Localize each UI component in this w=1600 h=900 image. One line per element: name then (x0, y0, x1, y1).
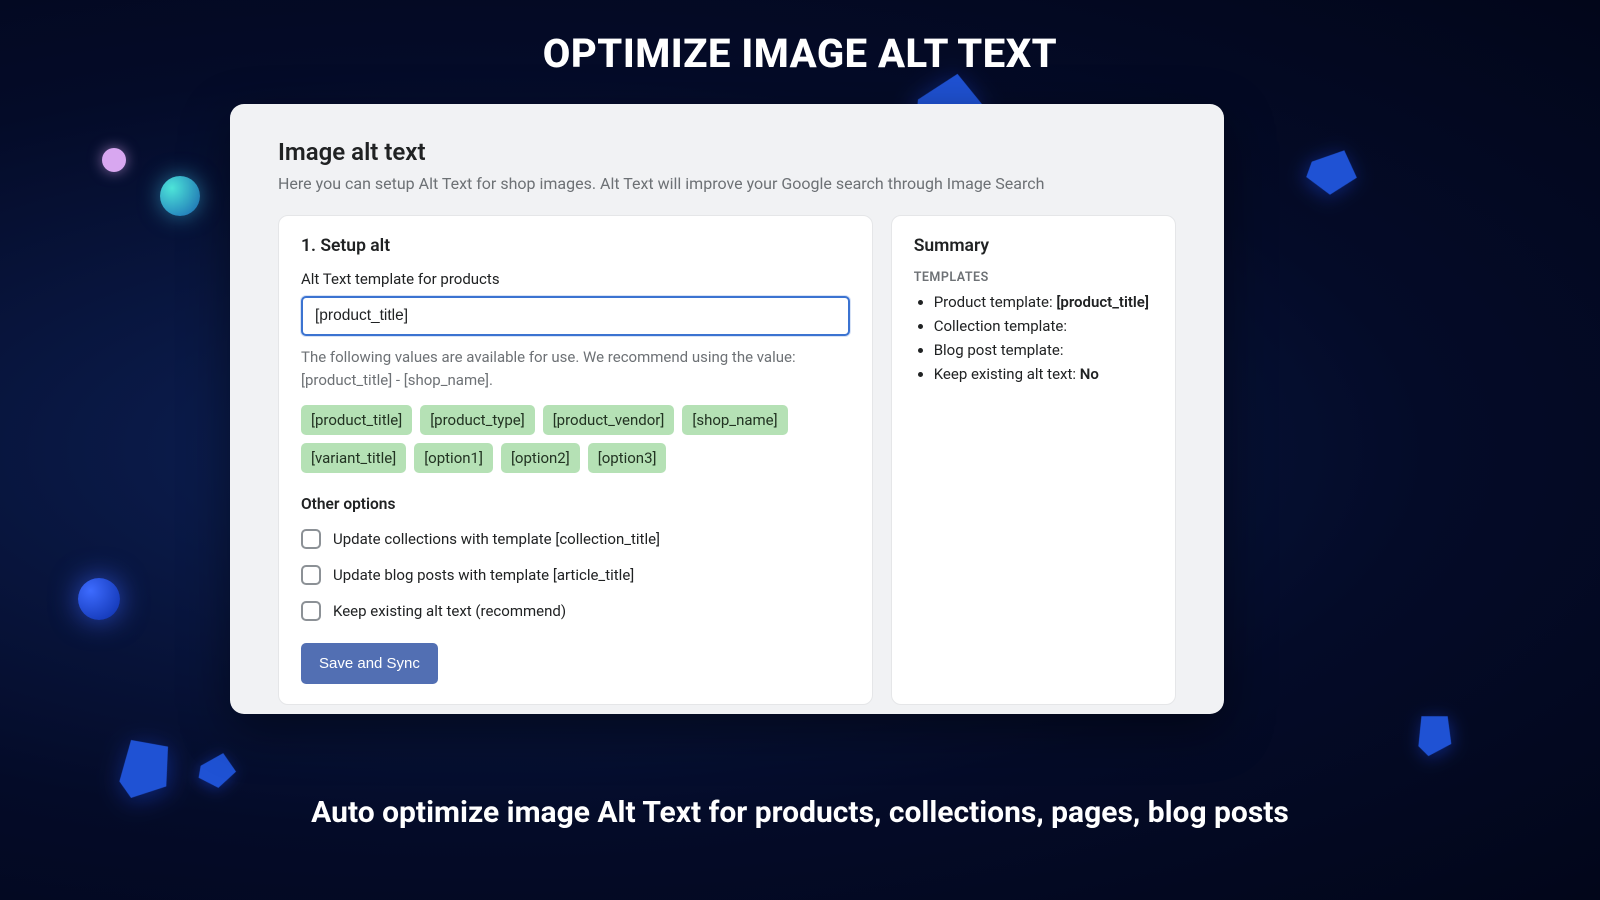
token-shop-name[interactable]: [shop_name] (682, 405, 787, 435)
token-option2[interactable]: [option2] (501, 443, 580, 473)
decorative-orb (78, 578, 120, 620)
decorative-orb (102, 148, 126, 172)
summary-collection-template: Collection template: (934, 317, 1153, 335)
token-product-type[interactable]: [product_type] (420, 405, 535, 435)
hero-subtitle: Auto optimize image Alt Text for product… (0, 795, 1600, 830)
settings-panel: Image alt text Here you can setup Alt Te… (230, 104, 1224, 714)
template-field-label: Alt Text template for products (301, 270, 850, 288)
checkbox-label: Update collections with template [collec… (333, 530, 660, 548)
token-product-vendor[interactable]: [product_vendor] (543, 405, 675, 435)
checkbox-keep-existing[interactable] (301, 601, 321, 621)
summary-keep-existing: Keep existing alt text: No (934, 365, 1153, 383)
summary-item-label: Product template: (934, 293, 1057, 311)
checkbox-label: Update blog posts with template [article… (333, 566, 634, 584)
token-option3[interactable]: [option3] (588, 443, 667, 473)
token-variant-title[interactable]: [variant_title] (301, 443, 406, 473)
checkbox-update-collections[interactable] (301, 529, 321, 549)
hero-title: OPTIMIZE IMAGE ALT TEXT (0, 30, 1600, 77)
summary-heading: Summary (914, 236, 1153, 256)
alt-template-input[interactable] (301, 296, 850, 336)
token-option1[interactable]: [option1] (414, 443, 493, 473)
template-hint: The following values are available for u… (301, 346, 850, 391)
page-description: Here you can setup Alt Text for shop ima… (278, 174, 1176, 193)
decorative-orb (160, 176, 200, 216)
token-product-title[interactable]: [product_title] (301, 405, 412, 435)
summary-product-template: Product template: [product_title] (934, 293, 1153, 311)
setup-card: 1. Setup alt Alt Text template for produ… (278, 215, 873, 705)
summary-item-label: Keep existing alt text: (934, 365, 1080, 383)
summary-blog-template: Blog post template: (934, 341, 1153, 359)
checkbox-label: Keep existing alt text (recommend) (333, 602, 566, 620)
summary-item-value: [product_title] (1056, 293, 1149, 311)
setup-heading: 1. Setup alt (301, 236, 850, 256)
token-list: [product_title] [product_type] [product_… (301, 405, 850, 473)
page-title: Image alt text (278, 138, 1176, 166)
other-options-heading: Other options (301, 495, 850, 513)
summary-card: Summary TEMPLATES Product template: [pro… (891, 215, 1176, 705)
checkbox-update-blogposts[interactable] (301, 565, 321, 585)
save-and-sync-button[interactable]: Save and Sync (301, 643, 438, 684)
summary-section-label: TEMPLATES (914, 270, 1153, 285)
summary-item-value: No (1080, 365, 1099, 383)
